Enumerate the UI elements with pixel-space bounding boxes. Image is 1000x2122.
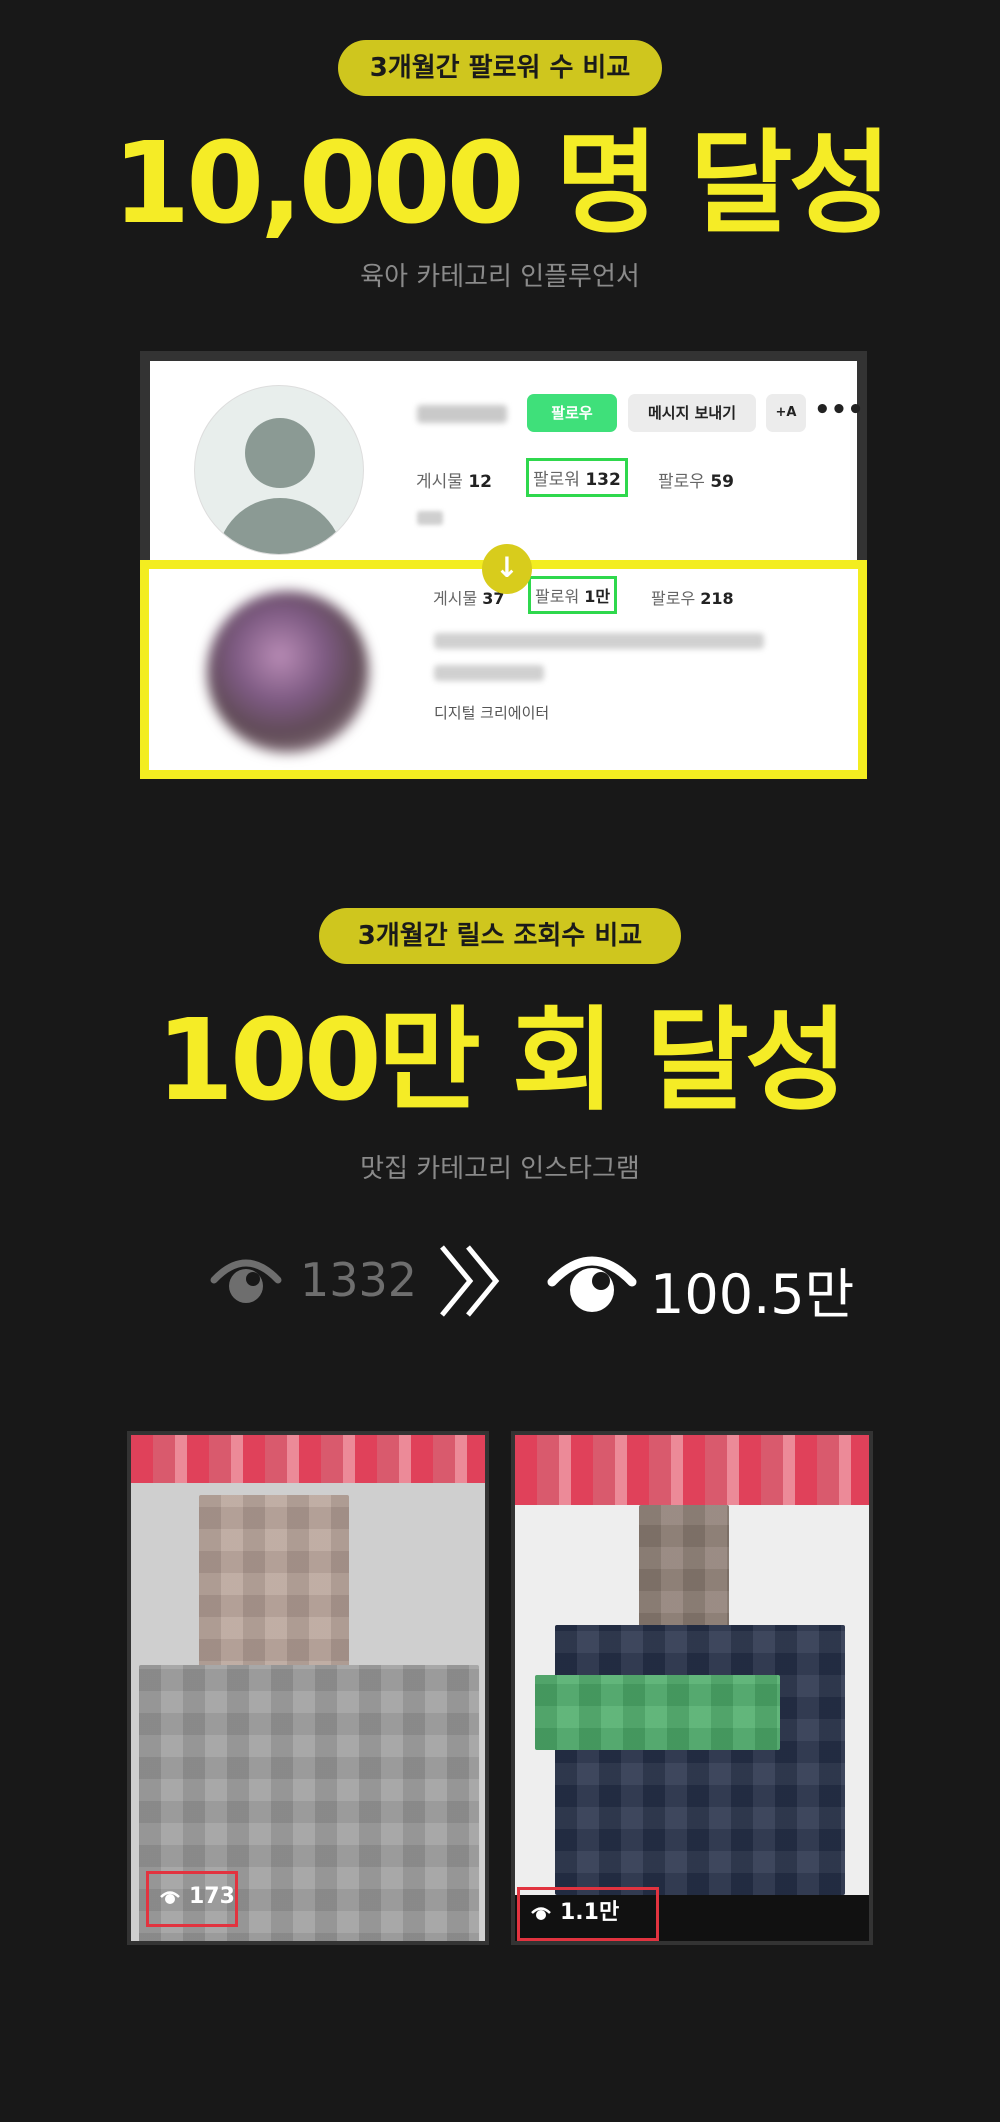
eye-icon (531, 1907, 551, 1920)
blurred-bio-line (434, 633, 764, 649)
views-subline: 맛집 카테고리 인스타그램 (360, 1154, 640, 1184)
double-chevron-right-icon (440, 1245, 500, 1317)
pixelated-banner (131, 1435, 485, 1483)
eye-icon (547, 1256, 637, 1312)
blurred-avatar (207, 591, 369, 753)
view-count-tag: 1.1만 (517, 1887, 659, 1941)
views-headline: 100만 회 달성 (156, 996, 848, 1126)
eye-icon (210, 1259, 282, 1303)
blurred-username (417, 405, 507, 423)
followers-comparison-pill: 3개월간 팔로워 수 비교 (338, 40, 662, 96)
reel-thumbnail-after[interactable]: 1.1만 (511, 1431, 873, 1945)
profile-comparison-card: 팔로우 메시지 보내기 +A ••• 게시물 12 팔로워 132 팔로우 59… (140, 351, 867, 779)
pixelated-body (555, 1625, 845, 1895)
following-stat-after: 팔로우 218 (651, 589, 734, 608)
followers-stat-before: 팔로워 132 (526, 458, 628, 497)
pixelated-banner (515, 1435, 869, 1505)
default-avatar (194, 385, 364, 555)
pixelated-face (639, 1505, 729, 1635)
blurred-bio (417, 511, 443, 525)
views-comparison-pill: 3개월간 릴스 조회수 비교 (319, 908, 681, 964)
eye-icon (160, 1891, 180, 1904)
follow-button[interactable]: 팔로우 (527, 394, 617, 432)
arrow-down-icon: ↓ (482, 544, 532, 594)
pixelated-object (535, 1675, 780, 1750)
followers-stat-after: 팔로워 1만 (528, 576, 618, 614)
view-count-tag: 173 (146, 1871, 238, 1927)
add-person-button[interactable]: +A (766, 394, 806, 432)
views-before: 1332 (300, 1253, 418, 1307)
category-label: 디지털 크리에이터 (434, 704, 550, 722)
followers-headline: 10,000 명 달성 (112, 119, 891, 249)
posts-stat-before: 게시물 12 (416, 472, 492, 492)
views-after: 100.5만 (650, 1263, 855, 1326)
following-stat-before: 팔로우 59 (658, 472, 734, 492)
message-button[interactable]: 메시지 보내기 (628, 394, 756, 432)
reel-thumbnail-before[interactable]: 173 (127, 1431, 489, 1945)
blurred-link-line (434, 665, 544, 681)
more-options-button[interactable]: ••• (814, 391, 864, 429)
followers-subline: 육아 카테고리 인플루언서 (360, 262, 640, 292)
